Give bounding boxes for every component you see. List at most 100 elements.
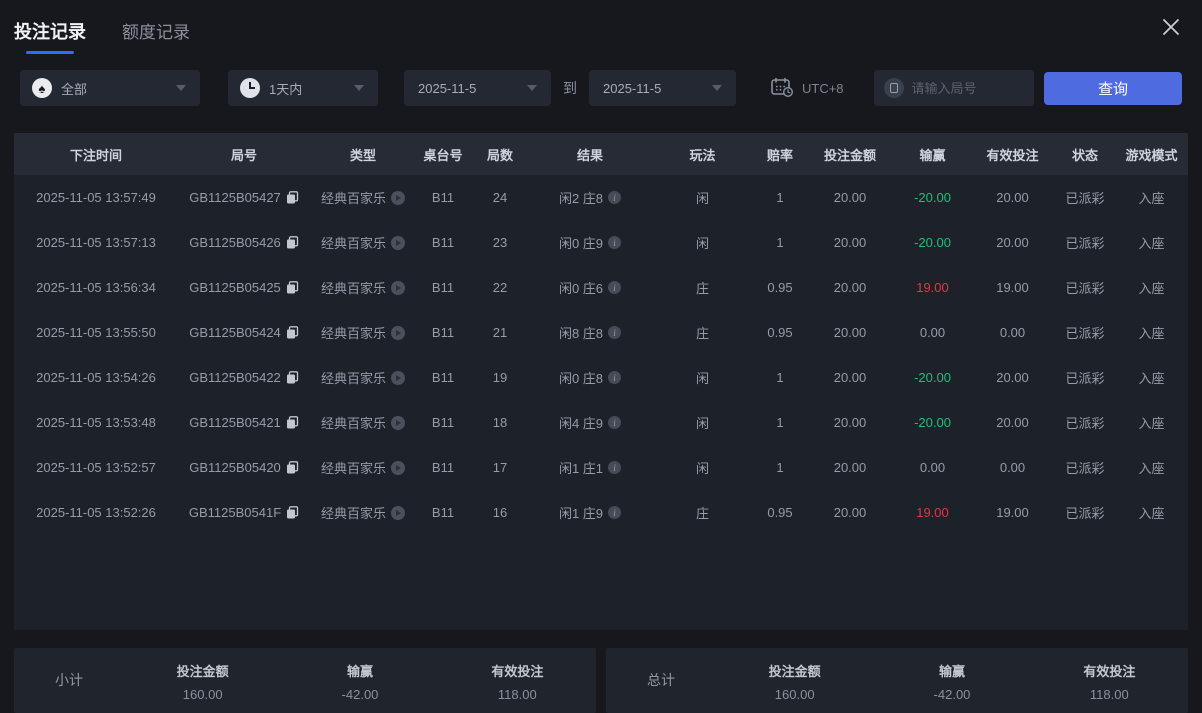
cell-odds: 0.95 <box>755 325 805 340</box>
tab-quota-records[interactable]: 额度记录 <box>122 18 190 54</box>
cell-odds-text: 0.95 <box>767 280 792 295</box>
cell-game_id-text: GB1125B05427 <box>189 190 281 205</box>
cell-bet: 20.00 <box>805 280 895 295</box>
cell-round: 17 <box>470 460 530 475</box>
cell-type: 经典百家乐 <box>310 368 416 387</box>
cell-time-text: 2025-11-05 13:57:13 <box>36 235 156 250</box>
ticket-icon <box>884 78 904 98</box>
video-icon[interactable] <box>391 236 405 250</box>
table-body: 2025-11-05 13:57:49GB1125B05427经典百家乐B112… <box>14 175 1188 535</box>
total-label: 总计 <box>606 661 716 690</box>
cell-status-text: 已派彩 <box>1065 323 1104 342</box>
info-icon[interactable]: i <box>608 236 621 249</box>
cell-round: 19 <box>470 370 530 385</box>
cell-game_id-text: GB1125B05420 <box>189 460 281 475</box>
cell-bet-text: 20.00 <box>834 505 867 520</box>
cell-type: 经典百家乐 <box>310 503 416 522</box>
cell-mode: 入座 <box>1115 413 1188 432</box>
total-bet-amount: 投注金额 160.00 <box>716 661 873 702</box>
cell-mode-text: 入座 <box>1138 188 1164 207</box>
table-row: 2025-11-05 13:53:48GB1125B05421经典百家乐B111… <box>14 400 1188 445</box>
time-range-select[interactable]: 1天内 <box>228 70 378 106</box>
cell-play-text: 闲 <box>696 233 709 252</box>
info-icon[interactable]: i <box>608 461 621 474</box>
subtotal-bet-amount: 投注金额 160.00 <box>124 661 281 702</box>
info-icon[interactable]: i <box>608 281 621 294</box>
info-icon[interactable]: i <box>608 326 621 339</box>
search-input[interactable] <box>912 81 1012 96</box>
cell-valid_bet: 20.00 <box>970 190 1055 205</box>
cell-time: 2025-11-05 13:53:48 <box>14 415 178 430</box>
game-type-value: 全部 <box>61 79 87 98</box>
column-header: 桌台号 <box>416 145 470 164</box>
copy-icon[interactable] <box>286 236 299 249</box>
cell-play: 闲 <box>650 458 755 477</box>
cell-game_id-text: GB1125B05424 <box>189 325 281 340</box>
chevron-down-icon <box>176 85 186 91</box>
info-icon[interactable]: i <box>608 191 621 204</box>
cell-table_no-text: B11 <box>432 235 454 250</box>
cell-status: 已派彩 <box>1055 323 1115 342</box>
cell-play: 闲 <box>650 368 755 387</box>
cell-status-text: 已派彩 <box>1065 368 1104 387</box>
copy-icon[interactable] <box>286 371 299 384</box>
close-icon[interactable] <box>1158 14 1184 40</box>
cell-win_loss: 0.00 <box>895 325 970 340</box>
cell-mode-text: 入座 <box>1138 368 1164 387</box>
cell-time-text: 2025-11-05 13:56:34 <box>36 280 156 295</box>
cell-valid_bet: 19.00 <box>970 280 1055 295</box>
cell-win_loss-text: 19.00 <box>916 505 949 520</box>
video-icon[interactable] <box>391 416 405 430</box>
query-button[interactable]: 查询 <box>1044 72 1182 105</box>
video-icon[interactable] <box>391 371 405 385</box>
cell-table_no-text: B11 <box>432 280 454 295</box>
summary-footer: 小计 投注金额 160.00 输赢 -42.00 有效投注 118.00 总计 … <box>14 648 1188 713</box>
cell-odds: 1 <box>755 370 805 385</box>
active-tab-underline <box>26 51 74 54</box>
info-icon[interactable]: i <box>608 371 621 384</box>
tab-bar: 投注记录 额度记录 <box>14 18 190 54</box>
cell-time: 2025-11-05 13:56:34 <box>14 280 178 295</box>
cell-result-text: 闲8 庄8 <box>559 323 603 342</box>
cell-odds-text: 0.95 <box>767 505 792 520</box>
cell-result: 闲1 庄9i <box>530 503 650 522</box>
table-row: 2025-11-05 13:54:26GB1125B05422经典百家乐B111… <box>14 355 1188 400</box>
video-icon[interactable] <box>391 461 405 475</box>
cell-type: 经典百家乐 <box>310 458 416 477</box>
tab-betting-records[interactable]: 投注记录 <box>14 18 86 54</box>
column-header: 类型 <box>310 145 416 164</box>
cell-table_no: B11 <box>416 505 470 520</box>
game-id-search <box>874 70 1034 106</box>
video-icon[interactable] <box>391 326 405 340</box>
game-type-select[interactable]: ♠ 全部 <box>20 70 200 106</box>
date-from-picker[interactable]: 2025-11-5 <box>404 70 551 106</box>
total-win-loss: 输赢 -42.00 <box>873 661 1030 702</box>
cell-round: 24 <box>470 190 530 205</box>
cell-mode: 入座 <box>1115 503 1188 522</box>
cell-table_no-text: B11 <box>432 190 454 205</box>
copy-icon[interactable] <box>286 506 299 519</box>
calendar-clock-icon <box>770 76 794 101</box>
cell-mode: 入座 <box>1115 368 1188 387</box>
video-icon[interactable] <box>391 191 405 205</box>
copy-icon[interactable] <box>286 281 299 294</box>
cell-win_loss: -20.00 <box>895 235 970 250</box>
cell-bet-text: 20.00 <box>834 325 867 340</box>
info-icon[interactable]: i <box>608 416 621 429</box>
date-to-picker[interactable]: 2025-11-5 <box>589 70 736 106</box>
cell-table_no-text: B11 <box>432 325 454 340</box>
copy-icon[interactable] <box>286 461 299 474</box>
info-icon[interactable]: i <box>608 506 621 519</box>
cell-win_loss-text: -20.00 <box>914 190 951 205</box>
video-icon[interactable] <box>391 506 405 520</box>
cell-play-text: 闲 <box>696 458 709 477</box>
copy-icon[interactable] <box>286 191 299 204</box>
cell-result-text: 闲0 庄8 <box>559 368 603 387</box>
column-header: 投注金额 <box>805 145 895 164</box>
cell-win_loss-text: -20.00 <box>914 370 951 385</box>
cell-game_id: GB1125B05427 <box>178 190 310 205</box>
video-icon[interactable] <box>391 281 405 295</box>
copy-icon[interactable] <box>286 416 299 429</box>
copy-icon[interactable] <box>286 326 299 339</box>
cell-valid_bet-text: 20.00 <box>996 415 1029 430</box>
